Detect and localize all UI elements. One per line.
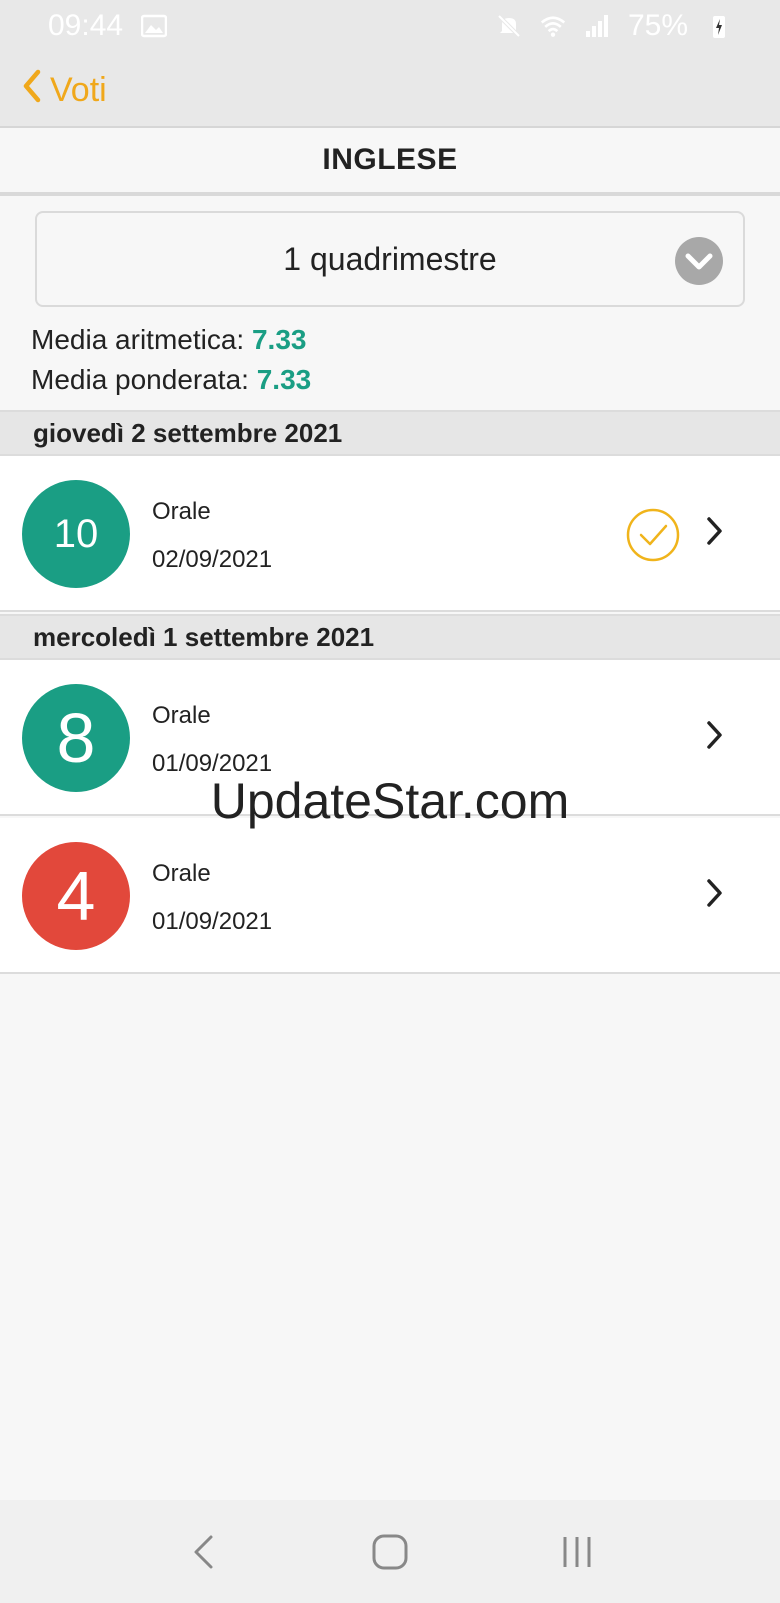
grade-badge: 10: [22, 480, 130, 588]
wifi-icon: [540, 13, 566, 39]
chevron-down-icon: [675, 237, 723, 293]
back-label: Voti: [50, 70, 107, 109]
date-header: mercoledì 1 settembre 2021: [0, 614, 780, 660]
subject-title: INGLESE: [322, 143, 458, 176]
grade-badge: 8: [22, 684, 130, 792]
date-header-label: mercoledì 1 settembre 2021: [33, 621, 375, 652]
chevron-right-icon: [706, 516, 724, 551]
grade-row[interactable]: 4 Orale 01/09/2021: [0, 818, 780, 974]
period-select[interactable]: 1 quadrimestre: [35, 211, 745, 307]
battery-charging-icon: [706, 13, 732, 39]
averages: Media aritmetica: 7.33 Media ponderata: …: [31, 320, 311, 400]
mute-icon: [496, 13, 522, 39]
weighted-average: Media ponderata: 7.33: [31, 360, 311, 400]
arithmetic-average: Media aritmetica: 7.33: [31, 320, 311, 360]
back-button[interactable]: Voti: [22, 66, 107, 114]
weighted-average-value: 7.33: [256, 364, 312, 395]
check-circle-icon: [626, 508, 680, 567]
nav-bar: Voti: [0, 52, 780, 128]
arithmetic-average-value: 7.33: [251, 324, 307, 355]
system-recents-button[interactable]: [547, 1522, 607, 1582]
battery-percent: 75%: [627, 9, 688, 42]
grade-date: 02/09/2021: [152, 546, 273, 573]
period-selected-value: 1 quadrimestre: [283, 240, 497, 277]
page-title: INGLESE: [0, 128, 780, 196]
grade-type: Orale: [152, 702, 211, 729]
grade-date: 01/09/2021: [152, 750, 273, 777]
weighted-average-label: Media ponderata:: [31, 364, 249, 395]
grade-value: 8: [56, 699, 96, 777]
grade-badge: 4: [22, 842, 130, 950]
grade-type: Orale: [152, 860, 211, 887]
arithmetic-average-label: Media aritmetica:: [31, 324, 245, 355]
status-bar: 09:44 75%: [0, 0, 780, 52]
signal-icon: [584, 13, 610, 39]
grade-row[interactable]: 8 Orale 01/09/2021: [0, 660, 780, 816]
grade-value: 4: [56, 857, 96, 935]
status-left: 09:44: [48, 9, 168, 43]
grade-row[interactable]: 10 Orale 02/09/2021: [0, 456, 780, 612]
grade-type: Orale: [152, 498, 211, 525]
date-header: giovedì 2 settembre 2021: [0, 410, 780, 456]
status-right: 75%: [496, 9, 732, 43]
grade-date: 01/09/2021: [152, 908, 273, 935]
chevron-right-icon: [706, 878, 724, 913]
chevron-left-icon: [22, 69, 42, 112]
system-back-button[interactable]: [173, 1522, 233, 1582]
gallery-icon: [141, 13, 168, 39]
system-home-button[interactable]: [360, 1522, 420, 1582]
system-nav-bar: [0, 1500, 780, 1603]
date-header-label: giovedì 2 settembre 2021: [33, 417, 343, 448]
status-time: 09:44: [48, 9, 124, 42]
chevron-right-icon: [706, 720, 724, 755]
grade-value: 10: [53, 511, 99, 556]
